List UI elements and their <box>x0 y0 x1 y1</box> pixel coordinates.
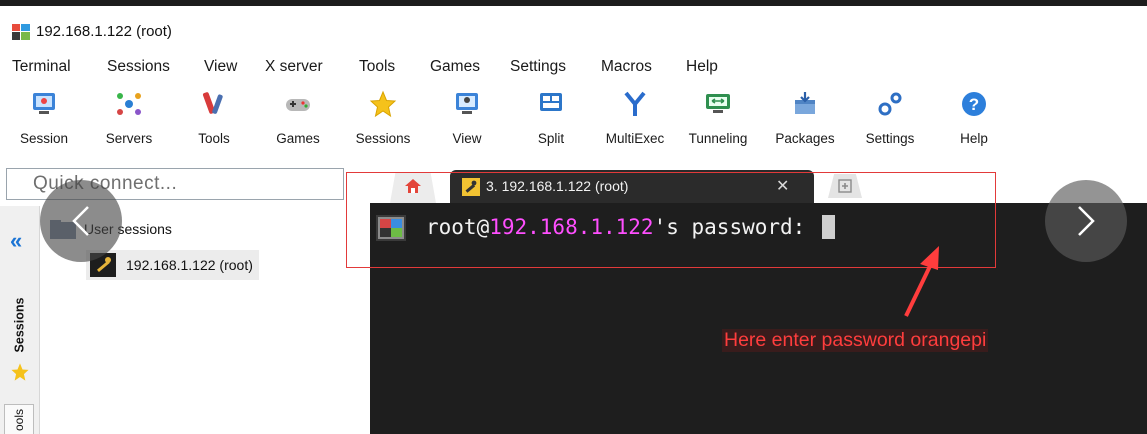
next-image-button[interactable] <box>1045 180 1127 262</box>
prompt-prefix: root@ <box>426 215 490 239</box>
menu-tools[interactable]: Tools <box>359 58 395 76</box>
menu-view[interactable]: View <box>204 58 237 76</box>
close-tab-icon[interactable]: ✕ <box>776 176 789 196</box>
session-button[interactable]: Session <box>6 86 82 158</box>
annotation-text: Here enter password orangepi <box>722 329 989 352</box>
packages-icon <box>795 92 815 114</box>
sidebar-tab-tools[interactable]: ools <box>4 404 34 434</box>
tools-button[interactable]: Tools <box>176 86 252 158</box>
session-tab-active[interactable]: 3. 192.168.1.122 (root) ✕ <box>450 170 814 203</box>
prompt-host: 192.168.1.122 <box>489 215 654 239</box>
menu-bar: Terminal Sessions View X server Tools Ga… <box>0 52 1147 80</box>
terminal-password-prompt: root@192.168.1.122's password: <box>426 215 835 239</box>
split-label: Split <box>537 131 565 146</box>
view-button[interactable]: View <box>429 86 505 158</box>
tree-item-session[interactable]: 192.168.1.122 (root) <box>86 250 259 280</box>
menu-games[interactable]: Games <box>430 58 480 76</box>
packages-label: Packages <box>775 131 835 146</box>
toolbar: Session Servers Tools Games Sessions Vie… <box>0 82 1147 162</box>
menu-macros[interactable]: Macros <box>601 58 652 76</box>
tab-strip: 3. 192.168.1.122 (root) ✕ <box>370 168 1147 203</box>
view-icon <box>456 93 478 114</box>
window-title: 192.168.1.122 (root) <box>36 23 172 40</box>
session-tab-label: 3. 192.168.1.122 (root) <box>486 178 629 194</box>
new-tab-icon <box>838 179 852 193</box>
chevron-right-icon <box>1078 206 1095 236</box>
new-tab-button[interactable] <box>828 174 862 198</box>
split-icon <box>540 93 562 111</box>
previous-image-button[interactable] <box>40 180 122 262</box>
menu-settings[interactable]: Settings <box>510 58 566 76</box>
terminal-cursor <box>821 215 835 239</box>
sidebar-tab-sessions[interactable]: Sessions <box>2 285 36 365</box>
sidebar-tab-tools-label: ools <box>11 408 26 431</box>
chevron-left-icon <box>72 206 89 236</box>
tools-label: Tools <box>198 131 230 146</box>
packages-button[interactable]: Packages <box>767 86 843 158</box>
multiexec-icon <box>624 91 646 116</box>
help-icon: ? <box>962 92 986 116</box>
sidebar-tab-sessions-label: Sessions <box>12 297 27 353</box>
home-icon <box>405 179 421 193</box>
servers-button[interactable]: Servers <box>91 86 167 158</box>
mobaxterm-logo-icon <box>12 24 30 40</box>
tree-item-label: 192.168.1.122 (root) <box>126 257 253 273</box>
sessions-button[interactable]: Sessions <box>345 86 421 158</box>
session-icon <box>33 93 55 114</box>
terminal-pane[interactable]: root@192.168.1.122's password: <box>370 203 1147 434</box>
settings-label: Settings <box>865 131 915 146</box>
split-button[interactable]: Split <box>513 86 589 158</box>
annotation-arrow-icon <box>904 246 939 317</box>
games-icon <box>286 99 310 111</box>
title-bar: 192.168.1.122 (root) <box>0 0 1147 52</box>
tunneling-icon <box>706 94 730 113</box>
tunneling-button[interactable]: Tunneling <box>680 86 756 158</box>
tools-icon <box>202 92 223 114</box>
multiexec-button[interactable]: MultiExec <box>597 86 673 158</box>
menu-x-server[interactable]: X server <box>265 58 323 76</box>
view-label: View <box>452 131 482 146</box>
session-label: Session <box>19 131 69 146</box>
svg-text:?: ? <box>969 95 979 114</box>
games-label: Games <box>276 131 320 146</box>
servers-icon <box>117 93 141 115</box>
help-label: Help <box>960 131 988 146</box>
sessions-star-icon <box>369 90 397 118</box>
settings-icon <box>878 92 902 116</box>
collapse-sidebar-icon[interactable]: « <box>10 228 22 254</box>
terminal-logo-icon <box>376 215 406 241</box>
sessions-label: Sessions <box>355 131 411 146</box>
servers-label: Servers <box>105 131 153 146</box>
ssh-key-icon <box>462 178 480 196</box>
menu-terminal[interactable]: Terminal <box>12 58 71 76</box>
help-button[interactable]: ? Help <box>936 86 1012 158</box>
multiexec-label: MultiExec <box>605 131 665 146</box>
settings-button[interactable]: Settings <box>852 86 928 158</box>
prompt-suffix: 's password: <box>653 215 818 239</box>
tunneling-label: Tunneling <box>688 131 748 146</box>
menu-help[interactable]: Help <box>686 58 718 76</box>
home-tab[interactable] <box>390 172 436 203</box>
menu-sessions[interactable]: Sessions <box>107 58 170 76</box>
games-button[interactable]: Games <box>260 86 336 158</box>
star-icon[interactable] <box>10 362 30 382</box>
